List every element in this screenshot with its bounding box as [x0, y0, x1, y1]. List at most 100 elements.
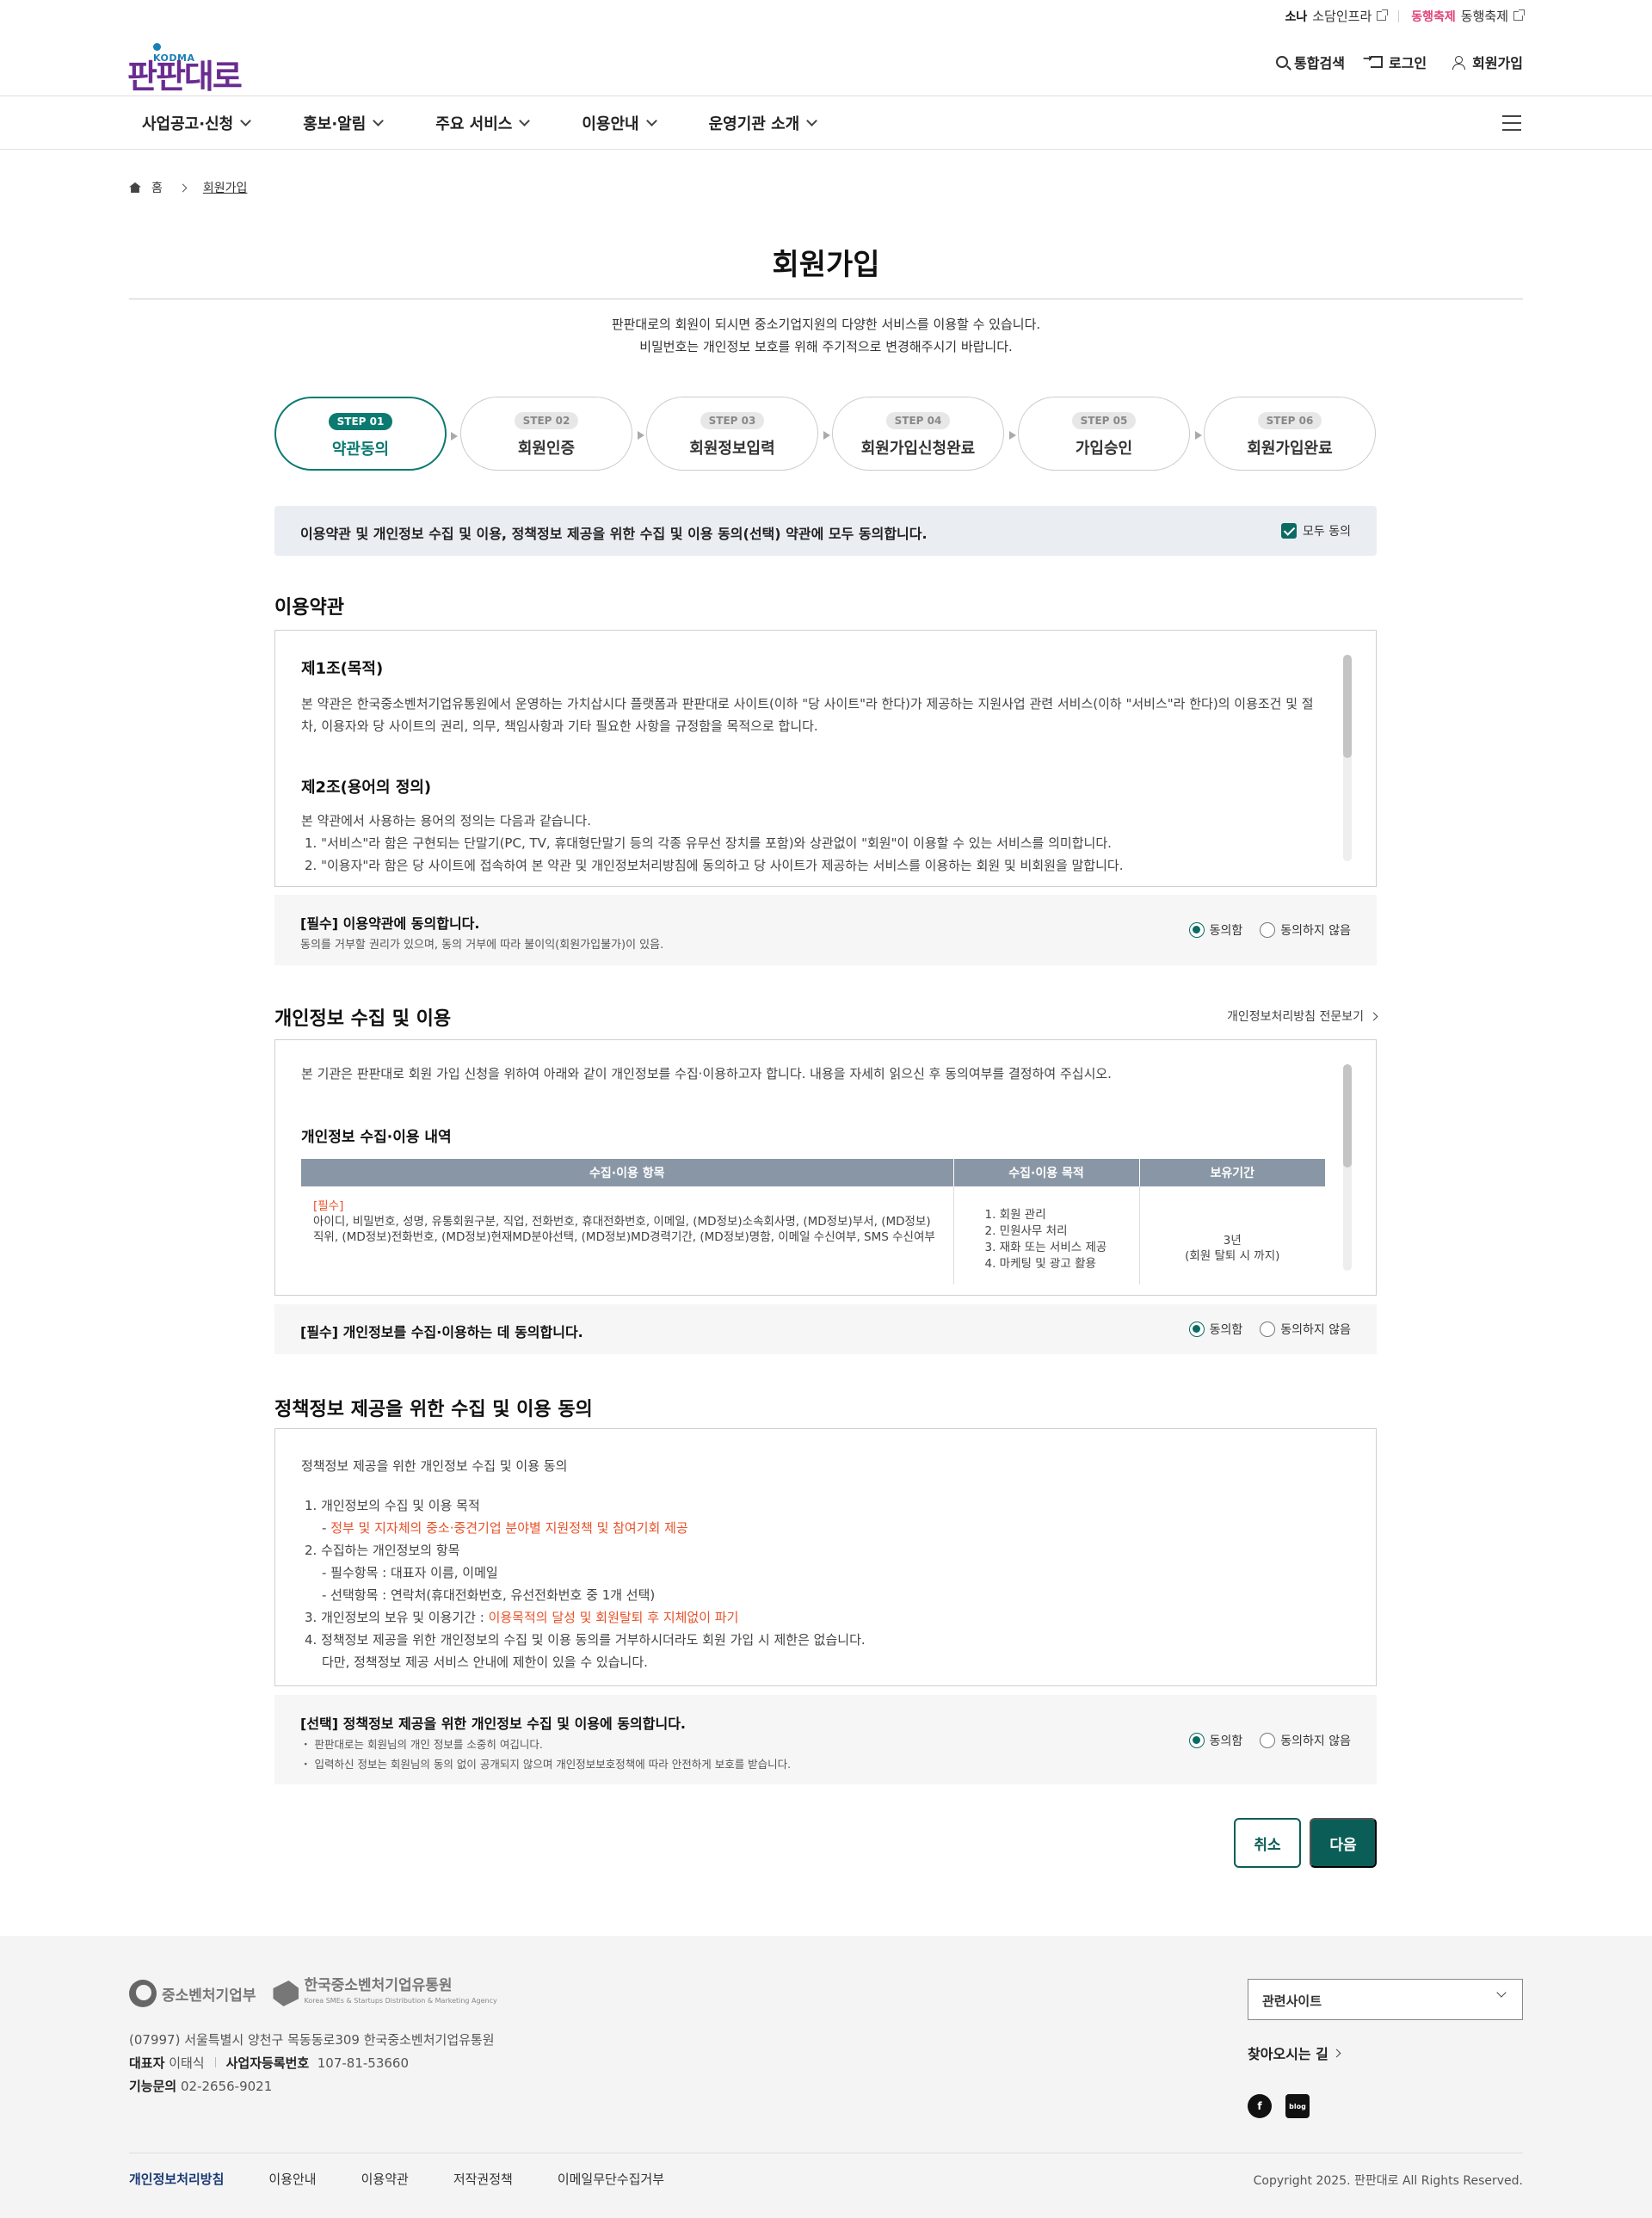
footer-rep-line: 대표자 이태식 사업자등록번호 107-81-53660 [129, 2052, 495, 2075]
step-badge: STEP 04 [885, 412, 951, 429]
privacy-full-link[interactable]: 개인정보처리방침 전문보기 [1227, 1007, 1378, 1025]
step-badge: STEP 02 [514, 412, 579, 429]
chevron-down-icon [806, 115, 818, 126]
terms-article-2-item-2: 2. "이용자"라 함은 당 사이트에 접속하여 본 약관 및 개인정보처리방침… [305, 858, 1124, 873]
government-emblem-icon [129, 1980, 157, 2007]
scrollbar-thumb[interactable] [1343, 655, 1352, 758]
step-label: 가입승인 [1075, 440, 1133, 458]
step-arrow-icon [1195, 431, 1202, 440]
policy-purpose-highlight: 정부 및 지자체의 중소·중견기업 분야별 지원정책 및 참여기회 제공 [330, 1520, 688, 1536]
page-title: 회원가입 [772, 248, 880, 282]
privacy-items-text: 아이디, 비밀번호, 성명, 유통회원구분, 직업, 전화번호, 휴대전화번호,… [313, 1215, 935, 1244]
step-arrow-icon [638, 431, 644, 440]
gnb-list: 사업공고·신청 홍보·알림 주요 서비스 이용안내 운영기관 소개 [142, 96, 818, 150]
main-navigation: 사업공고·신청 홍보·알림 주요 서비스 이용안내 운영기관 소개 [0, 96, 1652, 150]
login-button[interactable]: 로그인 [1363, 52, 1427, 72]
step-label: 회원가입완료 [1247, 440, 1333, 458]
policy-line-3-prefix: 3. 개인정보의 보유 및 이용기간 : [305, 1610, 489, 1625]
gnb-label: 운영기관 소개 [708, 115, 800, 133]
login-label: 로그인 [1388, 55, 1427, 71]
radio-selected-icon [1188, 1322, 1205, 1337]
sodam-infra-logo: 소나 [1285, 9, 1308, 24]
step-2: STEP 02 회원인증 [460, 397, 644, 471]
footer-link-email-refusal[interactable]: 이메일무단수집거부 [558, 2170, 664, 2188]
sns-links: f blog [1248, 2094, 1310, 2118]
step-arrow-icon [1009, 431, 1016, 440]
terms-consent-title: [필수] 이용약관에 동의합니다. [300, 915, 480, 932]
kodma-emblem-icon [273, 1981, 299, 2006]
policy-disagree-radio[interactable]: 동의하지 않음 [1260, 1732, 1351, 1749]
table-row: [필수] 아이디, 비밀번호, 성명, 유통회원구분, 직업, 전화번호, 휴대전… [301, 1186, 1325, 1285]
policy-line-1: 1. 개인정보의 수집 및 이용 목적 [305, 1498, 480, 1513]
terms-scrollbox[interactable]: 제1조(목적) 본 약관은 한국중소벤처기업유통원에서 운영하는 가치삽시다 플… [274, 630, 1377, 887]
terms-agree-radio[interactable]: 동의함 [1188, 921, 1243, 939]
breadcrumb-current[interactable]: 회원가입 [203, 179, 248, 196]
policy-line-2: 2. 수집하는 개인정보의 항목 [305, 1543, 460, 1558]
purpose-item: 1. 회원 관리 [984, 1208, 1046, 1222]
step-label: 회원가입신청완료 [860, 440, 976, 458]
gnb-item-about[interactable]: 운영기관 소개 [708, 112, 818, 134]
biz-label: 사업자등록번호 [225, 2055, 310, 2071]
facebook-icon[interactable]: f [1248, 2094, 1272, 2118]
breadcrumb-home[interactable]: 홈 [151, 179, 163, 196]
policy-line-3: 3. 개인정보의 보유 및 이용기간 : 이용목적의 달성 및 회원탈퇴 후 지… [305, 1606, 738, 1629]
radio-label: 동의함 [1209, 924, 1243, 938]
step-3: STEP 03 회원정보입력 [646, 397, 830, 471]
privacy-col-retention: 보유기간 [1139, 1159, 1325, 1186]
step-badge: STEP 05 [1071, 412, 1137, 429]
gnb-label: 사업공고·신청 [142, 115, 234, 133]
policy-line-1a-prefix: - [322, 1520, 331, 1536]
privacy-table-title: 개인정보 수집·이용 내역 [301, 1129, 452, 1146]
sodam-infra-link[interactable]: 소나 소담인프라 [1285, 7, 1389, 25]
footer-link-copyright[interactable]: 저작권정책 [453, 2170, 513, 2188]
policy-line-4: 4. 정책정보 제공을 위한 개인정보의 수집 및 이용 동의를 거부하시더라도… [305, 1632, 866, 1648]
donghaeng-festival-link[interactable]: 동행축제 동행축제 [1411, 7, 1525, 25]
search-button[interactable]: 통합검색 [1276, 52, 1345, 72]
gnb-item-promotion[interactable]: 홍보·알림 [303, 112, 385, 134]
cancel-button[interactable]: 취소 [1234, 1818, 1301, 1868]
step-arrow-icon [451, 432, 458, 441]
mss-logo-text: 중소벤처기업부 [162, 1987, 256, 2005]
terms-article-2-title: 제2조(용어의 정의) [301, 779, 432, 797]
donghaeng-festival-label: 동행축제 [1460, 9, 1508, 24]
footer-link-guide[interactable]: 이용안내 [268, 2170, 316, 2188]
login-icon [1363, 52, 1383, 68]
gnb-item-business[interactable]: 사업공고·신청 [142, 112, 252, 134]
footer-link-privacy[interactable]: 개인정보처리방침 [129, 2170, 224, 2188]
related-sites-select[interactable]: 관련사이트 [1248, 1979, 1523, 2020]
join-button[interactable]: 회원가입 [1452, 52, 1523, 72]
agree-all-label: 모두 동의 [1303, 525, 1351, 539]
footer-link-terms[interactable]: 이용약관 [361, 2170, 409, 2188]
info-divider [214, 2057, 216, 2067]
gnb-item-guide[interactable]: 이용안내 [582, 112, 657, 134]
gnb-item-services[interactable]: 주요 서비스 [435, 112, 531, 134]
privacy-agree-radio[interactable]: 동의함 [1188, 1321, 1242, 1338]
header-links: 통합검색 로그인 회원가입 [1276, 52, 1523, 72]
utility-divider [1398, 9, 1400, 22]
agree-all-checkbox[interactable]: 모두 동의 [1281, 522, 1351, 539]
blog-icon[interactable]: blog [1285, 2094, 1310, 2118]
site-footer: 중소벤처기업부 한국중소벤처기업유통원 Korea SMEs & Startups… [0, 1936, 1652, 2218]
site-header: KODMA 판판대로 통합검색 로그인 회원가입 [0, 26, 1652, 96]
step-arrow-icon [823, 431, 830, 440]
radio-empty-icon [1260, 922, 1276, 938]
privacy-scrollbar[interactable] [1343, 1064, 1352, 1271]
policy-box: 정책정보 제공을 위한 개인정보 수집 및 이용 동의 1. 개인정보의 수집 … [274, 1428, 1377, 1686]
policy-line-1a: - 정부 및 지자체의 중소·중견기업 분야별 지원정책 및 참여기회 제공 [322, 1517, 688, 1539]
step-badge: STEP 06 [1257, 412, 1322, 429]
privacy-scrollbox[interactable]: 본 기관은 판판대로 회원 가입 신청을 위하여 아래와 같이 개인정보를 수집… [274, 1039, 1377, 1296]
directions-label: 찾아오시는 길 [1248, 2046, 1328, 2062]
scrollbar-thumb[interactable] [1343, 1064, 1352, 1168]
privacy-disagree-radio[interactable]: 동의하지 않음 [1260, 1321, 1351, 1338]
intro-line-2: 비밀번호는 개인정보 보호를 위해 주기적으로 변경해주시기 바랍니다. [639, 339, 1013, 354]
home-icon [129, 182, 141, 193]
policy-agree-radio[interactable]: 동의함 [1188, 1732, 1242, 1749]
directions-link[interactable]: 찾아오시는 길 [1248, 2042, 1341, 2063]
next-button[interactable]: 다음 [1310, 1818, 1377, 1868]
chevron-down-icon [373, 115, 385, 126]
privacy-table: 수집·이용 항목 수집·이용 목적 보유기간 [필수] 아이디, 비밀번호, 성명… [301, 1159, 1325, 1285]
search-label: 통합검색 [1294, 55, 1345, 71]
terms-scrollbar[interactable] [1343, 655, 1352, 861]
terms-disagree-radio[interactable]: 동의하지 않음 [1260, 921, 1351, 939]
hamburger-menu-icon[interactable] [1502, 115, 1521, 131]
